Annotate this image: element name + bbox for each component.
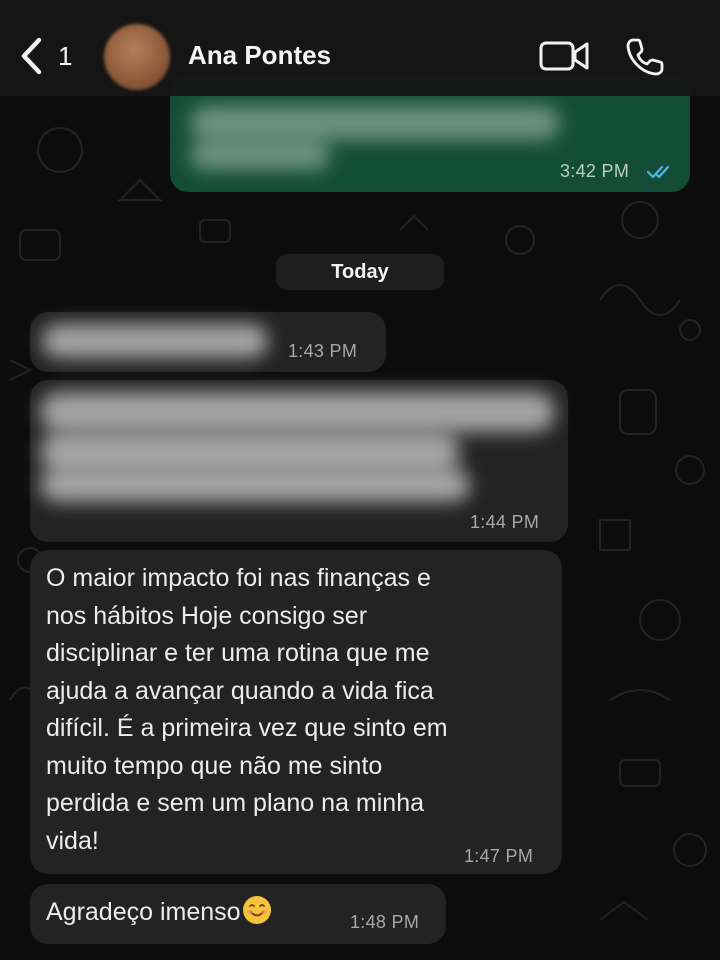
redacted-content [40, 432, 460, 472]
video-call-icon[interactable] [538, 38, 590, 74]
avatar[interactable] [104, 24, 170, 90]
message-time: 1:44 PM [470, 512, 540, 532]
message-bubble-incoming[interactable]: 1:44 PM [30, 380, 568, 542]
chevron-left-icon [21, 37, 42, 75]
chat-screen: 1 Ana Pontes 3:42 PM Today 1:43 PM 1:44 … [0, 0, 720, 960]
message-bubble-incoming[interactable]: Agradeço imenso 1:48 PM [30, 884, 446, 944]
smiling-face-icon [242, 896, 271, 924]
message-bubble-incoming[interactable]: O maior impacto foi nas finanças e nos h… [30, 550, 562, 874]
redacted-content [190, 106, 560, 140]
date-divider: Today [276, 254, 444, 290]
redacted-content [42, 324, 268, 358]
message-text: O maior impacto foi nas finanças e nos h… [46, 564, 448, 855]
message-time: 3:42 PM [560, 161, 630, 181]
message-text-content: Agradeço imenso [46, 898, 241, 926]
message-text: Agradeço imenso [46, 894, 346, 932]
contact-name[interactable]: Ana Pontes [188, 40, 331, 71]
message-bubble-incoming[interactable]: 1:43 PM [30, 312, 386, 372]
redacted-content [40, 468, 470, 502]
message-time: 1:43 PM [288, 341, 358, 361]
phone-call-icon[interactable] [624, 36, 666, 78]
chat-header: 1 Ana Pontes [0, 0, 720, 96]
back-button[interactable]: 1 [18, 34, 88, 78]
redacted-content [190, 140, 330, 170]
redacted-content [40, 392, 555, 432]
read-ticks-icon [646, 165, 670, 179]
unread-count: 1 [58, 40, 73, 71]
message-time: 1:47 PM [464, 846, 534, 866]
message-time: 1:48 PM [350, 912, 420, 932]
